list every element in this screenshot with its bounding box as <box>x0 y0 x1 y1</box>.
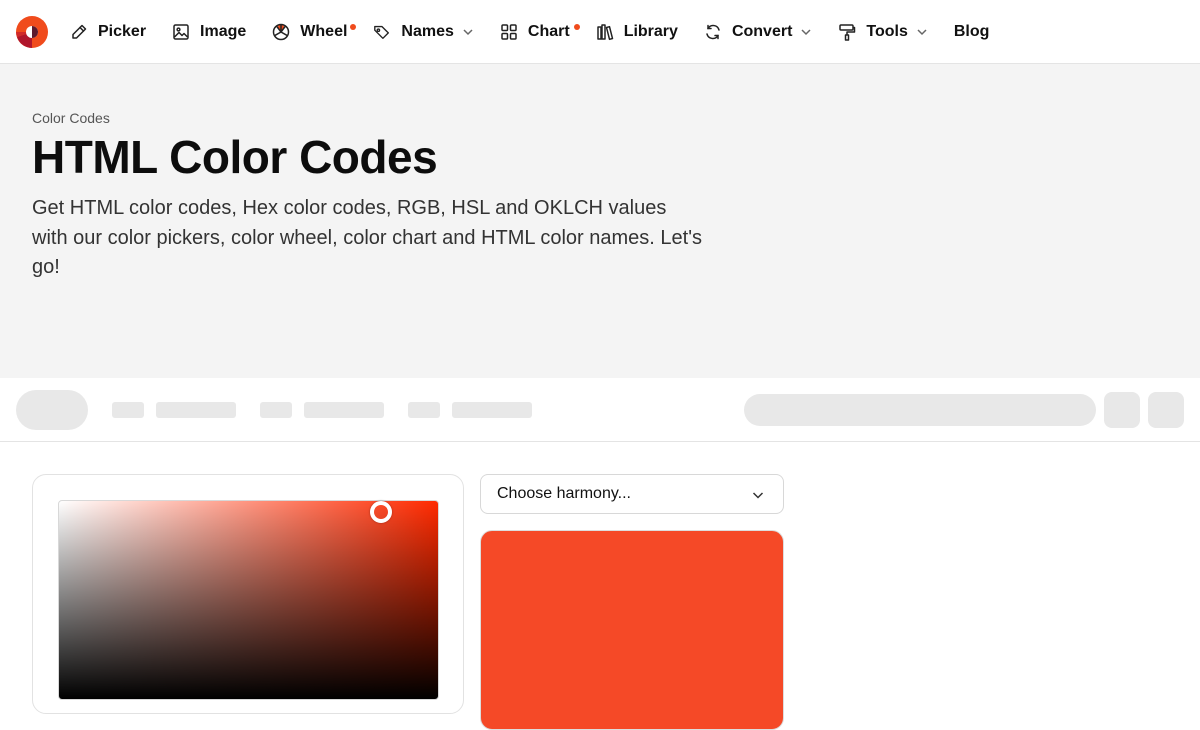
page-title: HTML Color Codes <box>32 131 438 183</box>
skeleton-bar <box>112 402 144 418</box>
nav-item-names[interactable]: Names <box>373 0 473 64</box>
breadcrumb[interactable]: Color Codes <box>32 110 110 126</box>
nav-item-wheel[interactable]: Wheel <box>272 0 357 64</box>
nav-item-picker[interactable]: Picker <box>70 0 146 64</box>
color-picker-card <box>32 474 464 714</box>
top-navigation: Picker Image Wheel Names Chart Library C… <box>0 0 1200 64</box>
harmony-select-value: Choose harmony... <box>497 485 631 502</box>
chevron-down-icon <box>916 26 928 38</box>
new-badge-dot <box>350 24 357 30</box>
nav-item-blog[interactable]: Blog <box>954 0 990 64</box>
selected-color-swatch[interactable] <box>480 530 784 730</box>
skeleton-bar <box>260 402 292 418</box>
nav-item-chart[interactable]: Chart <box>500 0 580 64</box>
library-icon <box>596 23 614 41</box>
nav-item-library[interactable]: Library <box>596 0 678 64</box>
nav-label: Blog <box>953 23 990 40</box>
color-wheel-logo-icon[interactable] <box>16 16 48 48</box>
nav-label: Tools <box>866 23 908 40</box>
skeleton-search <box>744 394 1096 426</box>
skeleton-bar <box>408 402 440 418</box>
nav-label: Library <box>623 23 678 40</box>
nav-item-convert[interactable]: Convert <box>704 0 812 64</box>
paint-roller-icon <box>838 23 856 41</box>
skeleton-bar <box>304 402 384 418</box>
nav-label: Wheel <box>300 23 348 40</box>
nav-label: Names <box>401 23 454 40</box>
image-icon <box>172 23 190 41</box>
nav-item-tools[interactable]: Tools <box>838 0 927 64</box>
main-nav: Picker Image Wheel Names Chart Library C… <box>70 0 1015 64</box>
nav-item-image[interactable]: Image <box>172 0 285 64</box>
chevron-down-icon <box>752 492 764 499</box>
page-subtitle: Get HTML color codes, Hex color codes, R… <box>32 197 703 278</box>
eyedropper-icon <box>70 23 88 41</box>
skeleton-bar <box>452 402 532 418</box>
saturation-value-area[interactable] <box>58 500 439 700</box>
hero-section: Color Codes HTML Color Codes Get HTML co… <box>0 64 1200 378</box>
wheel-icon <box>272 23 290 41</box>
nav-label: Convert <box>731 23 793 40</box>
skeleton-bar <box>156 402 236 418</box>
tag-icon <box>373 23 391 41</box>
nav-label: Chart <box>527 23 570 40</box>
chevron-down-icon <box>800 26 812 38</box>
refresh-icon <box>704 23 722 41</box>
chevron-down-icon <box>462 26 474 38</box>
nav-label: Picker <box>98 23 147 40</box>
skeleton-pill <box>16 390 88 430</box>
new-badge-dot <box>573 24 580 30</box>
skeleton-button <box>1148 392 1184 428</box>
color-picker-handle[interactable] <box>370 501 392 523</box>
nav-label: Image <box>200 23 247 40</box>
skeleton-button <box>1104 392 1140 428</box>
harmony-select[interactable]: Choose harmony... <box>480 474 784 514</box>
grid-icon <box>500 23 518 41</box>
tool-toolbar-skeleton <box>0 378 1200 442</box>
